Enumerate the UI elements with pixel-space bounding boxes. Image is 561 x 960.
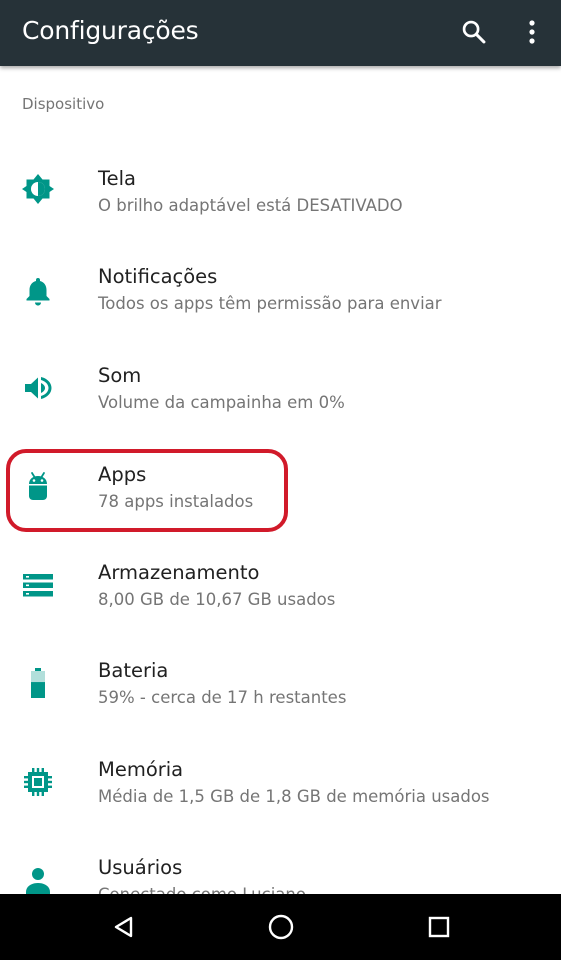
item-title: Tela	[98, 167, 136, 190]
settings-item-sound[interactable]: Som Volume da campainha em 0%	[0, 363, 561, 461]
item-title: Som	[98, 364, 142, 387]
page-title: Configurações	[22, 16, 199, 45]
item-summary: Média de 1,5 GB de 1,8 GB de memória usa…	[98, 787, 490, 806]
home-icon	[268, 914, 294, 940]
home-button[interactable]	[257, 903, 305, 951]
item-title: Memória	[98, 758, 184, 781]
android-icon	[29, 472, 47, 500]
item-title: Notificações	[98, 265, 218, 288]
person-icon	[26, 868, 50, 894]
settings-item-users[interactable]: Usuários Conectado como Luciano	[0, 855, 561, 894]
settings-item-display[interactable]: Tela O brilho adaptável está DESATIVADO	[0, 166, 561, 264]
item-summary: Conectado como Luciano	[98, 884, 306, 894]
storage-icon	[23, 574, 53, 597]
battery-icon	[31, 668, 45, 698]
item-summary: 8,00 GB de 10,67 GB usados	[98, 590, 336, 609]
bell-icon	[26, 278, 50, 306]
settings-item-notifications[interactable]: Notificações Todos os apps têm permissão…	[0, 264, 561, 362]
item-title: Usuários	[98, 856, 183, 879]
recents-button[interactable]	[415, 903, 463, 951]
search-icon	[462, 20, 486, 44]
section-header: Dispositivo	[22, 95, 105, 113]
settings-list[interactable]: Dispositivo Tela O brilho adaptável está…	[0, 66, 561, 894]
search-button[interactable]	[452, 10, 496, 54]
more-vert-icon	[529, 20, 535, 44]
back-button[interactable]	[100, 903, 148, 951]
brightness-icon	[22, 174, 54, 204]
item-title: Armazenamento	[98, 561, 260, 584]
app-toolbar: Configurações	[0, 0, 561, 66]
item-title: Apps	[98, 463, 147, 486]
more-options-button[interactable]	[510, 10, 554, 54]
recents-icon	[428, 916, 450, 938]
settings-item-memory[interactable]: Memória Média de 1,5 GB de 1,8 GB de mem…	[0, 757, 561, 855]
system-navigation-bar	[0, 894, 561, 960]
settings-item-apps[interactable]: Apps 78 apps instalados	[0, 462, 561, 560]
item-summary: 78 apps instalados	[98, 492, 254, 511]
volume-icon	[25, 377, 52, 399]
item-summary: Todos os apps têm permissão para enviar	[98, 294, 442, 313]
settings-item-battery[interactable]: Bateria 59% - cerca de 17 h restantes	[0, 658, 561, 756]
memory-icon	[24, 768, 52, 796]
settings-item-storage[interactable]: Armazenamento 8,00 GB de 10,67 GB usados	[0, 560, 561, 658]
item-title: Bateria	[98, 659, 169, 682]
item-summary: 59% - cerca de 17 h restantes	[98, 688, 347, 707]
item-summary: Volume da campainha em 0%	[98, 393, 345, 412]
back-icon	[114, 916, 133, 938]
item-summary: O brilho adaptável está DESATIVADO	[98, 196, 403, 215]
